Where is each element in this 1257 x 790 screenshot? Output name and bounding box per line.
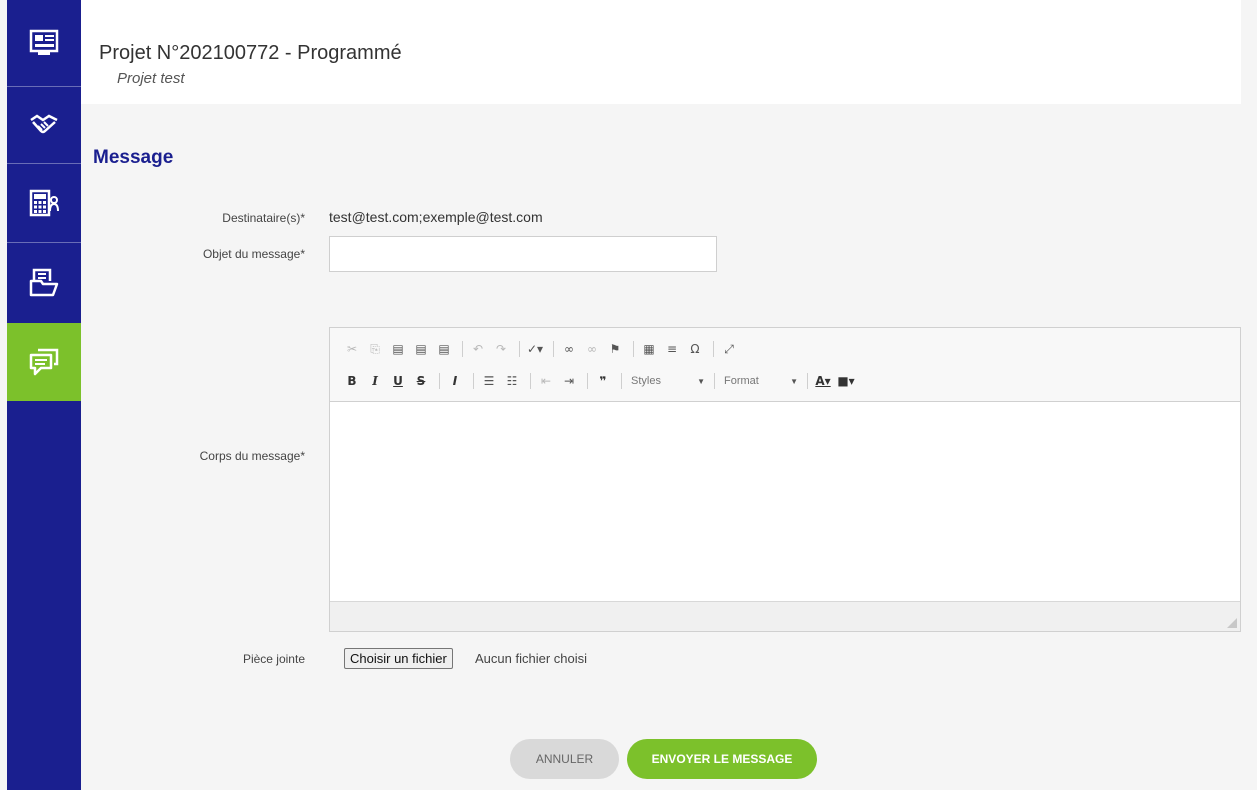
undo-icon[interactable]: ↶ bbox=[468, 339, 488, 359]
subject-label: Objet du message* bbox=[202, 247, 305, 261]
outdent-icon[interactable]: ⇤ bbox=[536, 371, 556, 391]
sidebar-item-budget[interactable] bbox=[7, 164, 81, 242]
link-icon[interactable]: ∞ bbox=[559, 339, 579, 359]
section-title: Message bbox=[93, 147, 174, 168]
page-header: Projet N°202100772 - Programmé Projet te… bbox=[81, 0, 1241, 104]
italic-icon[interactable]: I bbox=[365, 371, 385, 391]
send-message-button[interactable]: ENVOYER LE MESSAGE bbox=[627, 739, 817, 779]
copy-icon[interactable]: ⎘ bbox=[365, 339, 385, 359]
paste-word-icon[interactable]: ▤ bbox=[434, 339, 454, 359]
cancel-button[interactable]: ANNULER bbox=[510, 739, 619, 779]
editor-footer bbox=[330, 601, 1240, 631]
unlink-icon[interactable]: ∞ bbox=[582, 339, 602, 359]
bold-icon[interactable]: B bbox=[342, 371, 362, 391]
redo-icon[interactable]: ↷ bbox=[491, 339, 511, 359]
handshake-icon bbox=[30, 114, 58, 134]
body-label: Corps du message* bbox=[199, 449, 305, 463]
chevron-down-icon: ▼ bbox=[790, 376, 798, 386]
styles-dropdown-label: Styles bbox=[631, 375, 661, 387]
underline-icon[interactable]: U bbox=[388, 371, 408, 391]
blockquote-icon[interactable]: ❞ bbox=[593, 371, 613, 391]
text-color-icon[interactable]: A▾ bbox=[813, 371, 833, 391]
sidebar-item-partners[interactable] bbox=[7, 87, 81, 163]
indent-icon[interactable]: ⇥ bbox=[559, 371, 579, 391]
id-card-icon bbox=[29, 29, 59, 55]
special-char-icon[interactable]: Ω bbox=[685, 339, 705, 359]
paste-icon[interactable]: ▤ bbox=[388, 339, 408, 359]
cut-icon[interactable]: ✂ bbox=[342, 339, 362, 359]
file-status: Aucun fichier choisi bbox=[475, 651, 587, 666]
chat-message-icon bbox=[29, 348, 59, 376]
styles-dropdown[interactable]: Styles ▼ bbox=[627, 371, 709, 391]
recipients-value: test@test.com;exemple@test.com bbox=[329, 209, 543, 225]
editor-body[interactable] bbox=[330, 403, 1240, 601]
page-subtitle: Projet test bbox=[117, 70, 185, 87]
attachment-label: Pièce jointe bbox=[242, 652, 305, 666]
sidebar-item-project[interactable] bbox=[7, 0, 81, 86]
format-dropdown[interactable]: Format ▼ bbox=[720, 371, 802, 391]
chevron-down-icon: ▼ bbox=[697, 376, 705, 386]
choose-file-button[interactable]: Choisir un fichier bbox=[344, 648, 453, 669]
rich-text-editor: ✂ ⎘ ▤ ▤ ▤ ↶ ↷ ✓▾ ∞ ∞ ⚑ ▦ ≡ Ω ⤢ B I U S I… bbox=[329, 327, 1241, 632]
numbered-list-icon[interactable]: ☰ bbox=[479, 371, 499, 391]
strikethrough-icon[interactable]: S bbox=[411, 371, 431, 391]
paste-text-icon[interactable]: ▤ bbox=[411, 339, 431, 359]
calculator-person-icon bbox=[29, 189, 59, 217]
sidebar bbox=[7, 0, 81, 790]
horizontal-line-icon[interactable]: ≡ bbox=[662, 339, 682, 359]
sidebar-item-documents[interactable] bbox=[7, 243, 81, 321]
table-icon[interactable]: ▦ bbox=[639, 339, 659, 359]
background-color-icon[interactable]: ■▾ bbox=[836, 371, 856, 391]
sidebar-item-messages[interactable] bbox=[7, 323, 81, 401]
editor-toolbar: ✂ ⎘ ▤ ▤ ▤ ↶ ↷ ✓▾ ∞ ∞ ⚑ ▦ ≡ Ω ⤢ B I U S I… bbox=[330, 328, 1240, 402]
bullet-list-icon[interactable]: ☷ bbox=[502, 371, 522, 391]
anchor-flag-icon[interactable]: ⚑ bbox=[605, 339, 625, 359]
maximize-icon[interactable]: ⤢ bbox=[719, 339, 739, 359]
spellcheck-icon[interactable]: ✓▾ bbox=[525, 339, 545, 359]
subject-input[interactable] bbox=[329, 236, 717, 272]
resize-grip-icon[interactable] bbox=[1227, 618, 1237, 628]
format-dropdown-label: Format bbox=[724, 375, 759, 387]
folder-documents-icon bbox=[29, 268, 59, 297]
page-title: Projet N°202100772 - Programmé bbox=[99, 42, 402, 64]
remove-format-icon[interactable]: I bbox=[445, 371, 465, 391]
recipients-label: Destinataire(s)* bbox=[222, 211, 305, 225]
